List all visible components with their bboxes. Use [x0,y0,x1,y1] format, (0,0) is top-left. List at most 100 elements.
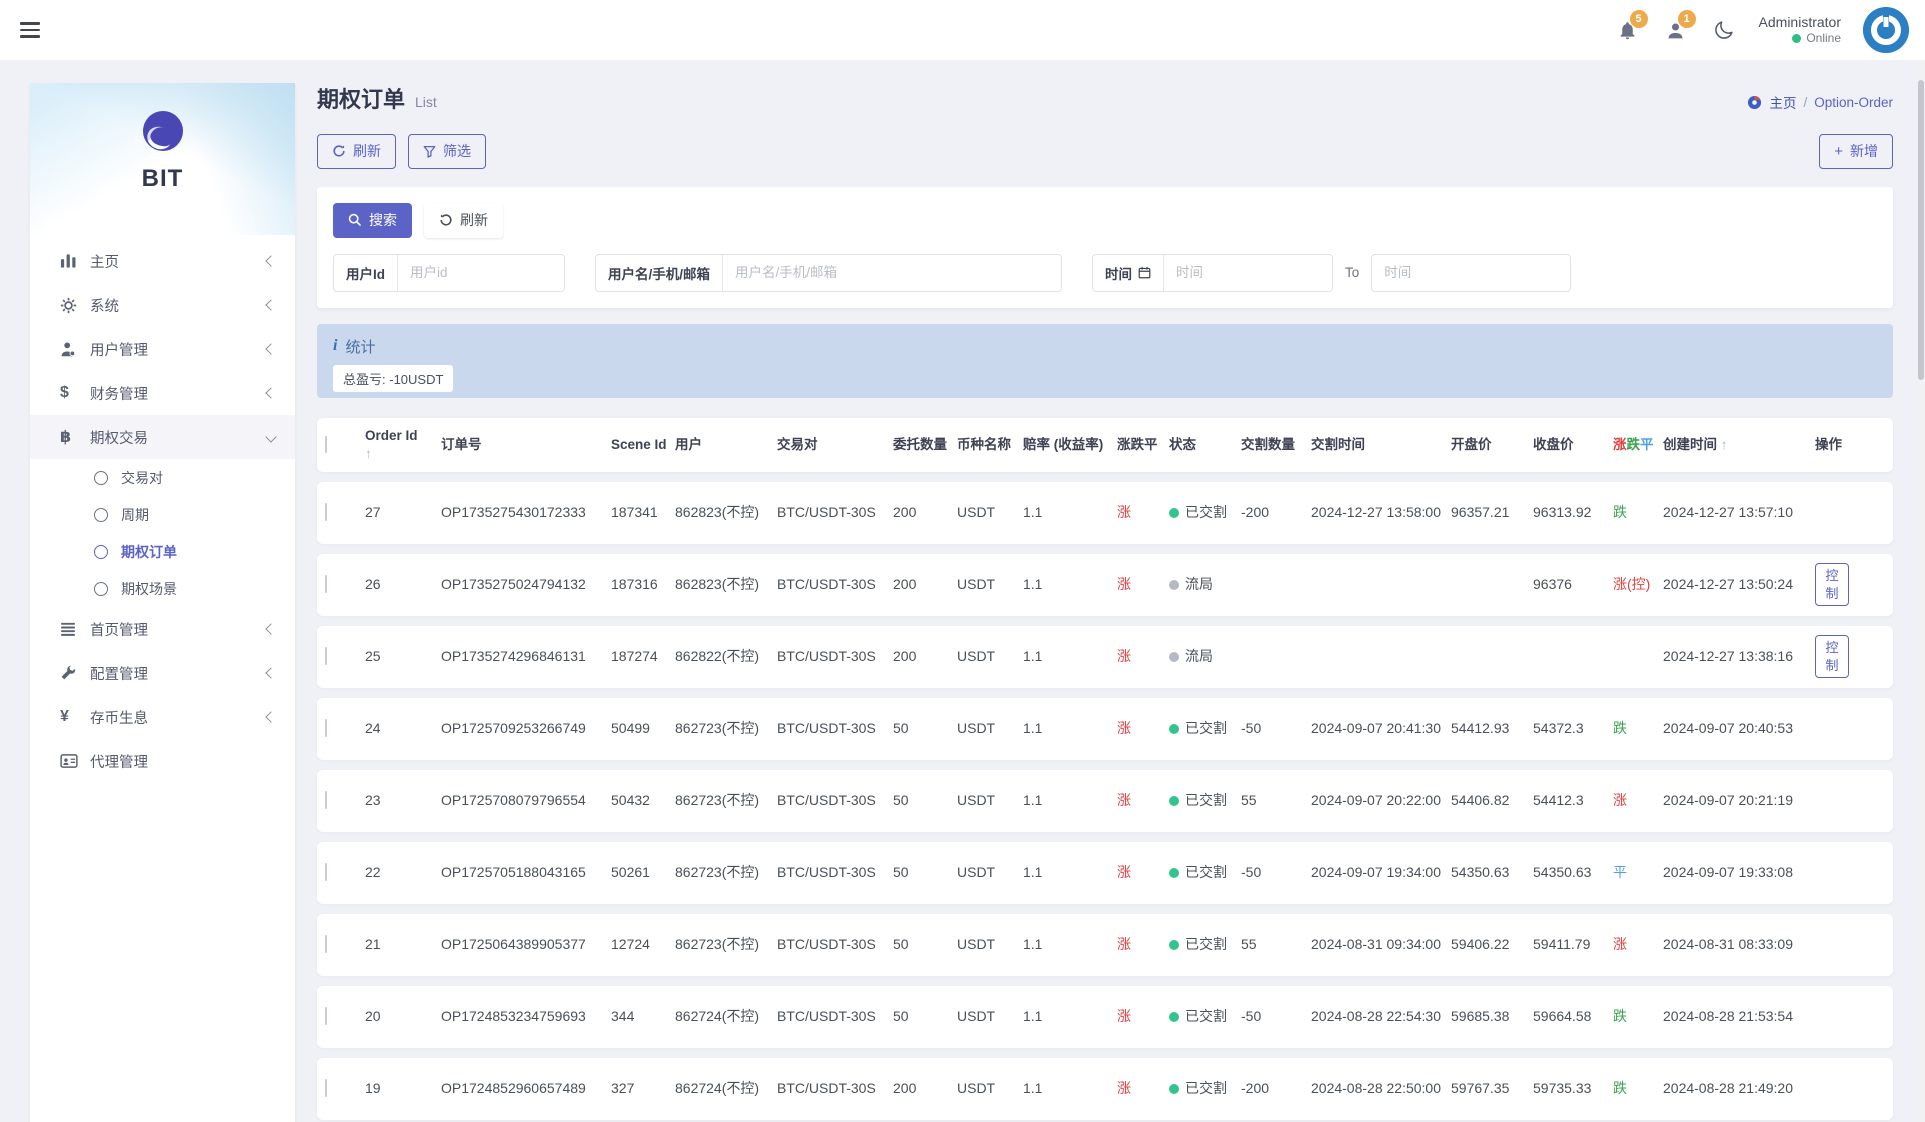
cell-coin: USDT [957,1008,995,1024]
scrollbar-thumb[interactable] [1918,80,1924,380]
sidebar-item-label: 首页管理 [90,619,267,640]
sidebar-item-config-management[interactable]: 配置管理 [30,651,295,695]
sidebar: BIT 主页 系统 用户管理 $ 财务管理 [30,83,295,1122]
user-id-input[interactable] [398,255,564,291]
header-created[interactable]: 创建时间 ↑ [1663,436,1815,454]
notifications-button[interactable]: 5 [1615,17,1641,43]
time-field-label: 时间 [1093,255,1164,291]
cell-side: 涨 [1117,936,1131,952]
table-header-row: Order Id ↑ 订单号 Scene Id 用户 交易对 委托数量 币种名称… [317,418,1893,472]
user-requests-button[interactable]: 1 [1663,17,1689,43]
sidebar-item-agent-management[interactable]: 代理管理 [30,739,295,783]
sidebar-item-deposit-interest[interactable]: ¥ 存币生息 [30,695,295,739]
cell-odds: 1.1 [1023,720,1042,736]
user-status-label: Online [1806,31,1841,46]
reset-button[interactable]: 刷新 [424,203,503,238]
refresh-button[interactable]: 刷新 [317,134,396,169]
cell-pair: BTC/USDT-30S [777,936,876,952]
cell-order-id: 20 [365,1008,381,1024]
control-button[interactable]: 控制 [1815,635,1849,678]
chevron-left-icon [265,711,276,722]
dark-mode-toggle[interactable] [1711,17,1737,43]
table-row: 24OP172570925326674950499862723(不控)BTC/U… [317,698,1893,760]
row-checkbox[interactable] [325,1007,327,1025]
user-avatar[interactable] [1863,7,1909,53]
cell-order-no: OP1725709253266749 [441,720,586,736]
sidebar-subitem-period[interactable]: 周期 [30,496,295,533]
breadcrumb-home[interactable]: 主页 [1769,92,1796,112]
user-input[interactable] [723,255,1061,291]
search-button[interactable]: 搜索 [333,203,412,238]
user-name: Administrator [1759,14,1841,32]
bar-chart-icon [60,253,90,269]
topbar: 5 1 Administrator Online [0,0,1925,60]
cell-close-price: 54350.63 [1533,864,1591,880]
sidebar-item-option-trading[interactable]: ฿ 期权交易 [30,415,295,459]
sidebar-subitem-option-scene[interactable]: 期权场景 [30,570,295,607]
cell-open-price: 59685.38 [1451,1008,1509,1024]
cell-user: 862724(不控) [675,1008,759,1024]
table-row: 22OP172570518804316550261862723(不控)BTC/U… [317,842,1893,904]
sidebar-item-dashboard[interactable]: 主页 [30,239,295,283]
plus-icon: + [1834,144,1843,159]
cell-result: 涨 [1613,792,1627,808]
cell-settle-time: 2024-09-07 20:22:00 [1311,792,1441,808]
cell-scene-id: 327 [611,1080,634,1096]
cell-open-price: 54350.63 [1451,864,1509,880]
table-body: 27OP1735275430172333187341862823(不控)BTC/… [317,482,1893,1120]
cell-order-id: 27 [365,504,381,520]
table-row: 21OP172506438990537712724862723(不控)BTC/U… [317,914,1893,976]
status-dot-icon [1169,796,1179,806]
sidebar-subitem-option-order[interactable]: 期权订单 [30,533,295,570]
bitcoin-icon: ฿ [60,427,90,447]
cell-settle-time: 2024-12-27 13:58:00 [1311,504,1441,520]
online-status-dot [1792,34,1801,43]
cell-order-no: OP1724853234759693 [441,1008,586,1024]
control-button[interactable]: 控制 [1815,563,1849,606]
row-checkbox[interactable] [325,1079,327,1097]
cell-status: 已交割 [1169,1008,1227,1024]
sidebar-subitem-trading-pair[interactable]: 交易对 [30,459,295,496]
cell-settle-time: 2024-08-28 22:50:00 [1311,1080,1441,1096]
scrollbar[interactable] [1917,60,1925,1122]
sidebar-item-system[interactable]: 系统 [30,283,295,327]
cell-result: 涨 [1613,936,1627,952]
time-start-input[interactable] [1164,255,1332,291]
row-checkbox[interactable] [325,647,327,665]
user-gear-icon [60,341,90,357]
time-end-input[interactable] [1371,254,1571,292]
avatar-logo-icon [1863,7,1909,53]
sidebar-subitem-label: 期权场景 [121,579,177,599]
sidebar-item-homepage-management[interactable]: 首页管理 [30,607,295,651]
add-button[interactable]: + 新增 [1819,134,1893,169]
cell-coin: USDT [957,1080,995,1096]
row-checkbox[interactable] [325,503,327,521]
cell-order-id: 26 [365,576,381,592]
table-row: 27OP1735275430172333187341862823(不控)BTC/… [317,482,1893,544]
user-requests-badge: 1 [1678,10,1696,28]
row-checkbox[interactable] [325,719,327,737]
row-checkbox[interactable] [325,575,327,593]
id-card-icon [60,754,90,768]
cell-pair: BTC/USDT-30S [777,720,876,736]
circle-icon [94,582,108,596]
sidebar-item-finance-management[interactable]: $ 财务管理 [30,371,295,415]
cell-side: 涨 [1117,1008,1131,1024]
cell-status: 已交割 [1169,504,1227,520]
sidebar-item-user-management[interactable]: 用户管理 [30,327,295,371]
row-checkbox[interactable] [325,935,327,953]
menu-toggle-button[interactable] [20,20,46,40]
cell-close-price: 54412.3 [1533,792,1584,808]
row-checkbox[interactable] [325,863,327,881]
row-checkbox[interactable] [325,791,327,809]
refresh-icon [332,144,346,158]
cell-settle-time: 2024-08-28 22:54:30 [1311,1008,1441,1024]
cell-open-price: 59406.22 [1451,936,1509,952]
select-all-checkbox[interactable] [325,436,327,453]
cell-open-price: 54406.82 [1451,792,1509,808]
header-order-id[interactable]: Order Id ↑ [365,427,441,462]
user-id-label: 用户Id [334,255,398,291]
filter-button[interactable]: 筛选 [408,134,486,169]
list-icon [60,622,90,636]
chevron-down-icon [265,431,276,442]
